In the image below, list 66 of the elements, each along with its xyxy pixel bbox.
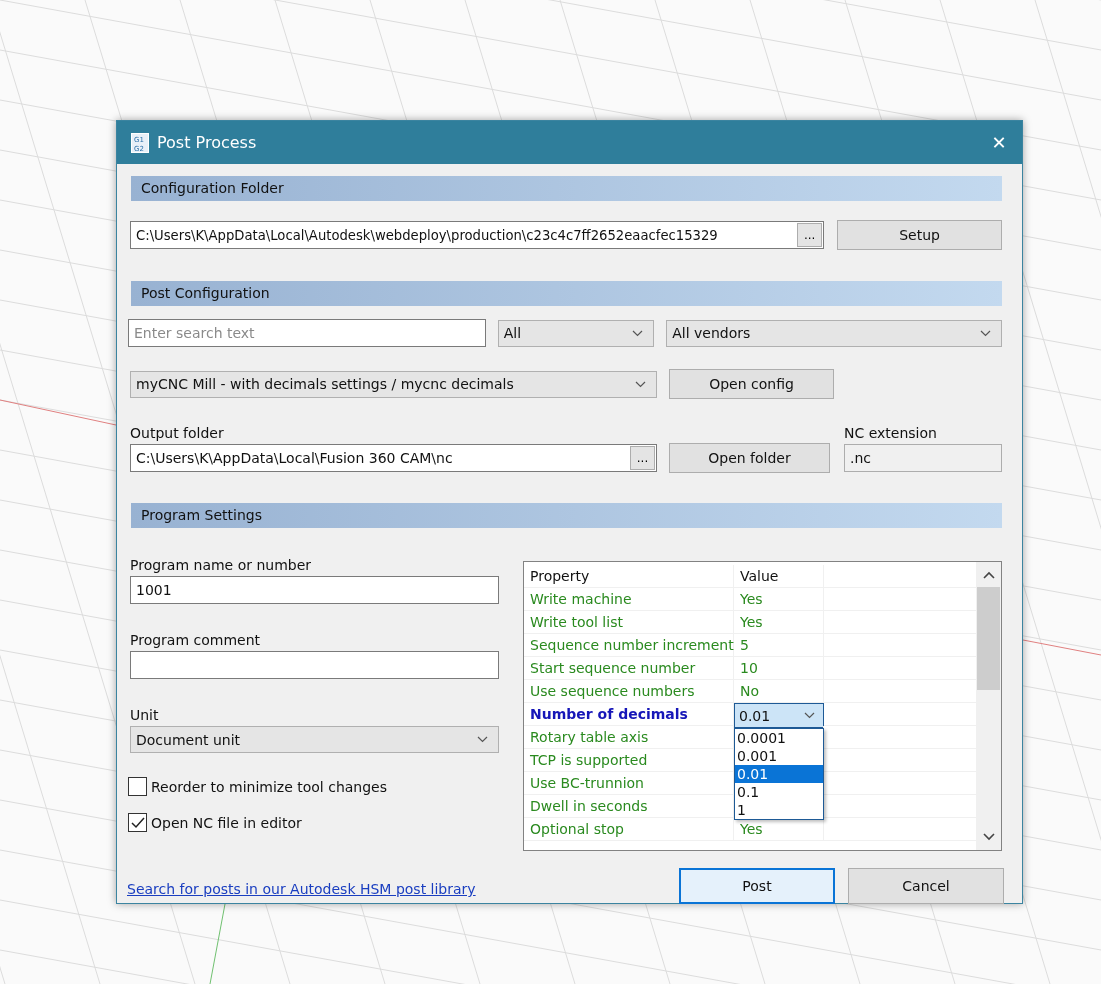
scroll-up-icon <box>982 571 995 579</box>
property-name[interactable]: Use sequence numbers <box>524 680 734 702</box>
property-name[interactable]: Use BC-trunnion <box>524 772 734 794</box>
column-header: Property <box>524 565 734 587</box>
checkbox-label[interactable]: Reorder to minimize tool changes <box>151 778 387 795</box>
property-name[interactable]: Start sequence number <box>524 657 734 679</box>
checkbox-label[interactable]: Open NC file in editor <box>151 814 302 831</box>
field-label: Output folder <box>130 425 225 441</box>
program-name-field[interactable]: 1001 <box>130 576 499 604</box>
scroll-down-icon <box>982 833 995 841</box>
setup-button[interactable]: Setup <box>837 220 1002 250</box>
property-name[interactable]: Rotary table axis <box>524 726 734 748</box>
extension-field: .nc <box>844 444 1002 472</box>
scrollbar[interactable] <box>976 562 1001 850</box>
open-folder-button[interactable]: Open folder <box>669 443 830 473</box>
unit-dropdown[interactable]: Document unit <box>130 726 499 753</box>
program-comment-field[interactable] <box>130 651 499 679</box>
dropdown-option[interactable]: 0.001 <box>735 747 823 765</box>
caret-icon <box>477 736 488 743</box>
dialog-button[interactable]: Post <box>679 868 835 904</box>
property-name[interactable]: Write tool list <box>524 611 734 633</box>
property-name[interactable]: TCP is supported <box>524 749 734 771</box>
dropdown-option[interactable]: 1 <box>735 801 823 819</box>
property-value: 5 <box>740 637 749 653</box>
dropdown-option[interactable]: 0.01 <box>735 765 823 783</box>
checkbox[interactable] <box>128 813 147 832</box>
field-label: Program comment <box>130 632 262 648</box>
property-name[interactable]: Dwell in seconds <box>524 795 734 817</box>
filter-dropdown[interactable]: All <box>497 319 655 347</box>
close-button[interactable]: ✕ <box>976 121 1022 164</box>
field-label: Unit <box>130 707 160 723</box>
library-link[interactable]: Search for posts in our Autodesk HSM post library <box>127 881 499 897</box>
property-value: Yes <box>740 821 763 837</box>
property-name[interactable]: Write machine <box>524 588 734 610</box>
field-label: Program name or number <box>130 557 313 573</box>
browse-button[interactable]: ... <box>797 223 823 247</box>
column-header: Value <box>734 565 824 587</box>
property-name[interactable]: Sequence number increment <box>524 634 734 656</box>
vendor-dropdown[interactable]: All vendors <box>666 319 1002 347</box>
value-dropdown[interactable]: 0.01 <box>734 703 824 728</box>
field-label: NC extension <box>844 425 938 441</box>
caret-icon <box>980 329 991 337</box>
property-name[interactable]: Optional stop <box>524 818 734 840</box>
search-field[interactable]: Enter search text <box>128 319 486 347</box>
property-value: Yes <box>740 591 763 607</box>
open-config-button[interactable]: Open config <box>669 369 834 399</box>
scrollbar-thumb[interactable] <box>977 587 1000 690</box>
window-title: Post Process <box>157 133 258 152</box>
caret-icon <box>804 712 815 719</box>
section-header: Program Settings <box>131 503 1002 528</box>
dropdown-option[interactable]: 0.1 <box>735 783 823 801</box>
output-folder-field[interactable]: C:\Users\K\AppData\Local\Fusion 360 CAM\nc ... <box>130 444 657 472</box>
check-icon <box>130 816 145 829</box>
checkbox[interactable] <box>128 777 147 796</box>
section-header: Post Configuration <box>131 281 1002 306</box>
dialog-button[interactable]: Cancel <box>848 868 1004 904</box>
property-value: Yes <box>740 614 763 630</box>
section-header: Configuration Folder <box>131 176 1002 201</box>
post-dropdown[interactable]: myCNC Mill - with decimals settings / mycnc decimals <box>130 370 657 398</box>
caret-icon <box>635 380 646 388</box>
property-value: 10 <box>740 660 758 676</box>
property-value: No <box>740 683 760 699</box>
path-field[interactable]: C:\Users\K\AppData\Local\Autodesk\webdeploy\production\c23c4c7ff2652eaacfec15329 ... <box>130 221 825 249</box>
caret-icon <box>632 329 644 337</box>
dropdown-option[interactable]: 0.0001 <box>735 729 823 747</box>
browse-button[interactable]: ... <box>630 446 655 470</box>
